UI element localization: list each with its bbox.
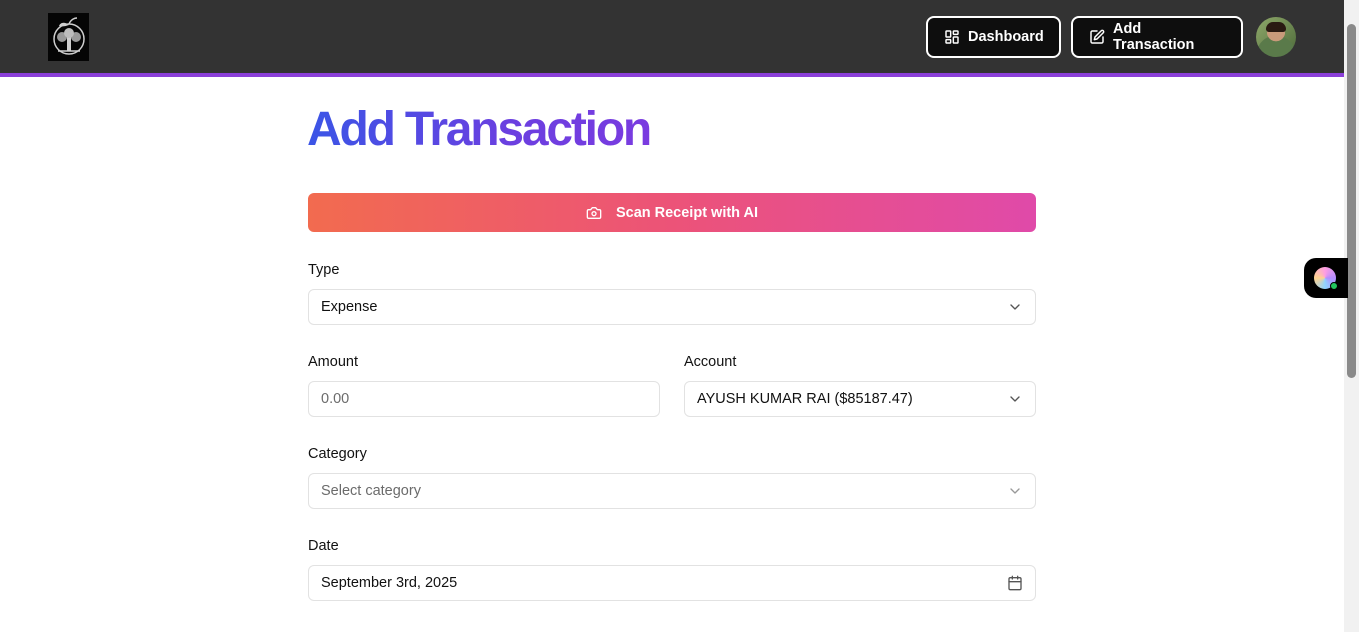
account-label: Account — [684, 354, 737, 370]
scrollbar-thumb[interactable] — [1347, 24, 1356, 378]
pen-square-icon — [1090, 29, 1105, 44]
date-picker[interactable]: September 3rd, 2025 — [308, 565, 1036, 601]
amount-label: Amount — [308, 354, 358, 370]
dashboard-label: Dashboard — [968, 29, 1044, 45]
dashboard-button[interactable]: Dashboard — [926, 16, 1061, 58]
scan-receipt-label: Scan Receipt with AI — [615, 204, 759, 221]
amount-placeholder: 0.00 — [321, 391, 350, 407]
chevron-down-icon — [1010, 488, 1020, 494]
scan-receipt-button[interactable]: Scan Receipt with AI — [308, 193, 1036, 232]
account-value: AYUSH KUMAR RAI ($85187.47) — [697, 391, 913, 407]
type-value: Expense — [321, 299, 378, 315]
layout-dashboard-icon — [945, 30, 959, 44]
amount-input[interactable]: 0.00 — [308, 381, 660, 417]
add-transaction-button[interactable]: Add Transaction — [1071, 16, 1243, 58]
account-select[interactable]: AYUSH KUMAR RAI ($85187.47) — [684, 381, 1036, 417]
top-navbar: Dashboard Add Transaction — [0, 0, 1344, 77]
calendar-icon — [1008, 575, 1022, 591]
apple-tree-logo-icon — [52, 17, 85, 55]
date-label: Date — [308, 538, 339, 554]
page-scrollbar[interactable] — [1344, 0, 1359, 632]
type-label: Type — [308, 262, 340, 278]
chevron-down-icon — [1010, 304, 1020, 310]
add-transaction-label: Add Transaction — [1113, 21, 1195, 53]
date-value: September 3rd, 2025 — [321, 575, 458, 591]
category-placeholder: Select category — [321, 483, 421, 499]
camera-icon — [586, 206, 602, 219]
page-title: Add Transaction — [307, 100, 652, 160]
type-select[interactable]: Expense — [308, 289, 1036, 325]
app-logo[interactable] — [48, 13, 89, 61]
online-status-dot — [1330, 282, 1338, 290]
chevron-down-icon — [1010, 396, 1020, 402]
category-label: Category — [308, 446, 367, 462]
category-select[interactable]: Select category — [308, 473, 1036, 509]
user-avatar[interactable] — [1256, 17, 1296, 57]
floating-assistant-widget[interactable] — [1304, 258, 1348, 298]
